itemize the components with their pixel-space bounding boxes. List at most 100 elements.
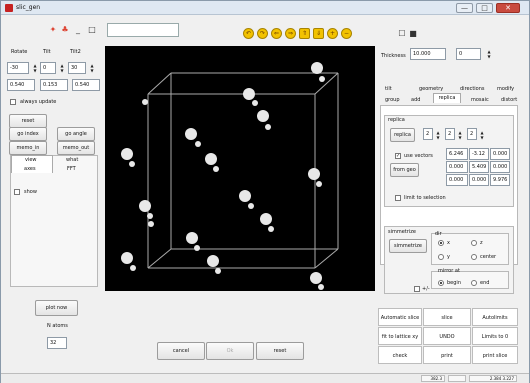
- reset-view-button[interactable]: reset: [9, 114, 47, 128]
- zoom-in-icon[interactable]: +: [327, 28, 338, 39]
- tab-geometry[interactable]: geometry: [419, 86, 443, 92]
- vector-b2[interactable]: 5.409: [469, 161, 489, 173]
- line-icon[interactable]: _: [72, 24, 84, 36]
- window-title: slic_gen: [16, 4, 41, 11]
- maximize-button[interactable]: □: [476, 3, 493, 13]
- zoom-out-icon[interactable]: −: [341, 28, 352, 39]
- always-update-checkbox[interactable]: [10, 99, 16, 105]
- vector-b3[interactable]: 0.000: [490, 161, 510, 173]
- fit-lattice-button[interactable]: fit to lattice xy: [378, 327, 422, 345]
- app-window: slic_gen — □ ✕ ✦ ♣ _ □ ↶ ↷ ⇐ ⇒ ⇑ ⇓ + − ☐…: [0, 0, 530, 383]
- save-icon[interactable]: ■: [407, 28, 419, 40]
- replica-count-y[interactable]: 2: [445, 128, 455, 140]
- use-vectors-checkbox[interactable]: ✓: [395, 153, 401, 159]
- atoms-count: 32: [47, 337, 67, 349]
- vector-c2[interactable]: 0.000: [469, 174, 489, 186]
- tilt-down-icon[interactable]: ⇓: [313, 28, 324, 39]
- dir-y-label: y: [447, 254, 450, 260]
- tab-axes[interactable]: axes: [24, 166, 36, 172]
- symmetrize-button[interactable]: simmetrize: [389, 239, 427, 253]
- replica-spinner-y[interactable]: ▲ ▼: [456, 130, 464, 140]
- tilt-up-icon[interactable]: ⇑: [299, 28, 310, 39]
- limits-to-zero-button[interactable]: Limits to 0: [472, 327, 518, 345]
- view-x-input[interactable]: 0.540: [7, 79, 35, 91]
- thickness-input[interactable]: 10.000: [410, 48, 446, 60]
- pointer-icon[interactable]: ✦: [47, 24, 59, 36]
- tilt-spinner[interactable]: ▲ ▼: [58, 63, 66, 73]
- ok-button[interactable]: Ok: [206, 342, 254, 360]
- rotate-right-icon[interactable]: ↷: [257, 28, 268, 39]
- vector-a1[interactable]: 6.246: [446, 148, 468, 160]
- tab-distort[interactable]: distort: [501, 97, 517, 103]
- dir-label: dir: [435, 231, 442, 237]
- plusminus-checkbox[interactable]: [414, 286, 420, 292]
- autolimits-button[interactable]: Autolimits: [472, 308, 518, 326]
- show-checkbox[interactable]: [14, 189, 20, 195]
- from-geo-button[interactable]: from geo: [390, 163, 419, 177]
- slice-button[interactable]: slice: [423, 308, 471, 326]
- go-angle-button[interactable]: go angle: [57, 127, 95, 141]
- dir-y-radio[interactable]: [438, 254, 444, 260]
- thickness-right-input[interactable]: 0: [456, 48, 481, 60]
- tilt-input[interactable]: 0: [40, 62, 56, 74]
- mirror-end-radio[interactable]: [471, 280, 477, 286]
- replica-button[interactable]: replica: [390, 128, 415, 142]
- tilt-left-icon[interactable]: ⇐: [271, 28, 282, 39]
- replica-spinner-z[interactable]: ▲ ▼: [478, 130, 486, 140]
- tab-replica[interactable]: replica: [433, 93, 461, 103]
- toolbar-combo[interactable]: [107, 23, 179, 37]
- automatic-slice-button[interactable]: Automatic slice: [378, 308, 422, 326]
- crystal-view[interactable]: [105, 46, 375, 291]
- atom-icon[interactable]: ♣: [59, 24, 71, 36]
- mirror-begin-radio[interactable]: [438, 280, 444, 286]
- vector-c1[interactable]: 0.000: [446, 174, 468, 186]
- reset-button[interactable]: reset: [256, 342, 304, 360]
- tilt2-input[interactable]: 30: [68, 62, 86, 74]
- print-button[interactable]: print: [423, 346, 471, 364]
- tilt-right-icon[interactable]: ⇒: [285, 28, 296, 39]
- tab-modify[interactable]: modify: [497, 86, 514, 92]
- dir-group: [431, 233, 509, 265]
- plot-now-button[interactable]: plot now: [35, 300, 78, 316]
- replica-spinner-x[interactable]: ▲ ▼: [434, 130, 442, 140]
- dir-z-radio[interactable]: [471, 240, 477, 246]
- rotate-spinner[interactable]: ▲ ▼: [31, 63, 39, 73]
- replica-count-z[interactable]: 2: [467, 128, 477, 140]
- tab-group[interactable]: group: [385, 97, 400, 103]
- memo-in-button[interactable]: memo_in: [9, 141, 47, 155]
- dir-center-radio[interactable]: [471, 254, 477, 260]
- rotate-input[interactable]: -30: [7, 62, 29, 74]
- limit-selection-checkbox[interactable]: [395, 195, 401, 201]
- tab-add[interactable]: add: [411, 97, 420, 103]
- close-button[interactable]: ✕: [496, 3, 520, 13]
- view-z-input[interactable]: 0.540: [72, 79, 100, 91]
- dir-x-radio[interactable]: [438, 240, 444, 246]
- memo-out-button[interactable]: memo_out: [57, 141, 95, 155]
- check-button[interactable]: check: [378, 346, 422, 364]
- thickness-spinner[interactable]: ▲ ▼: [485, 49, 493, 59]
- mirror-label: mirror at: [438, 268, 460, 274]
- vector-b1[interactable]: 0.000: [446, 161, 468, 173]
- minimize-button[interactable]: —: [456, 3, 473, 13]
- print-slice-button[interactable]: print slice: [472, 346, 518, 364]
- undo-button[interactable]: UNDO: [423, 327, 471, 345]
- always-update-label: always update: [20, 99, 57, 105]
- crystal-plot[interactable]: [105, 46, 375, 291]
- vector-a3[interactable]: 0.000: [490, 148, 510, 160]
- cancel-button[interactable]: cancel: [157, 342, 205, 360]
- status-left: 382.3: [421, 375, 445, 382]
- rotate-left-icon[interactable]: ↶: [243, 28, 254, 39]
- tab-tilt[interactable]: tilt: [385, 86, 392, 92]
- vector-c3[interactable]: 9.976: [490, 174, 510, 186]
- tab-directions[interactable]: directions: [460, 86, 485, 92]
- tilt2-spinner[interactable]: ▲ ▼: [88, 63, 96, 73]
- vector-a2[interactable]: -3.12: [469, 148, 489, 160]
- replica-count-x[interactable]: 2: [423, 128, 433, 140]
- go-index-button[interactable]: go index: [9, 127, 47, 141]
- tab-fft[interactable]: FFT: [67, 166, 76, 172]
- tab-view[interactable]: view: [25, 157, 37, 163]
- select-icon[interactable]: □: [86, 24, 98, 36]
- tab-mosaic[interactable]: mosaic: [471, 97, 489, 103]
- tab-what[interactable]: what: [66, 157, 78, 163]
- view-y-input[interactable]: 0.153: [40, 79, 68, 91]
